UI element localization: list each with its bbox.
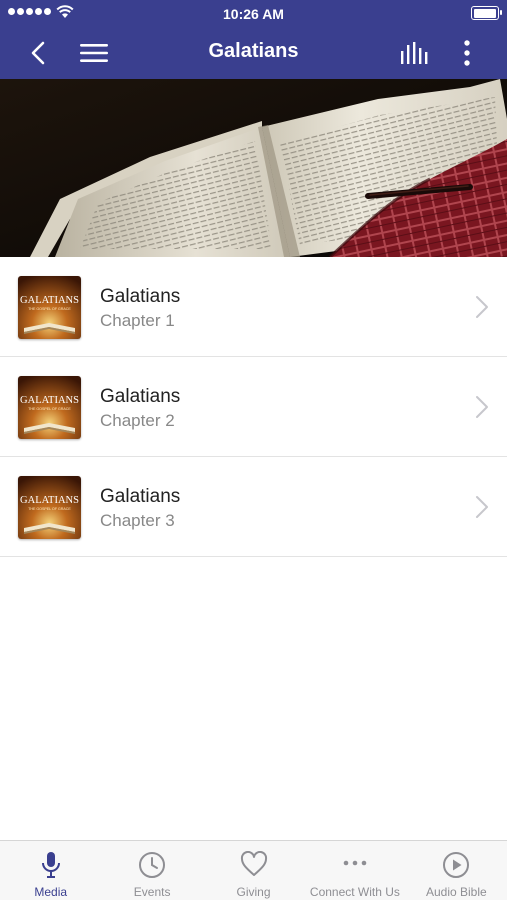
tab-events[interactable]: Events bbox=[101, 841, 202, 900]
item-subtitle: Chapter 3 bbox=[100, 511, 175, 530]
open-bible-image bbox=[0, 79, 507, 257]
list-item[interactable]: GALATIANS THE GOSPEL OF GRACE Galatians … bbox=[0, 357, 507, 457]
tab-bar: Media Events Giving Connect With Us Audi… bbox=[0, 840, 507, 900]
tab-label: Connect With Us bbox=[309, 885, 400, 899]
tab-connect-with-us[interactable]: Connect With Us bbox=[304, 841, 405, 900]
equalizer-icon bbox=[401, 41, 428, 64]
media-list: GALATIANS THE GOSPEL OF GRACE Galatians … bbox=[0, 257, 507, 557]
tab-label: Events bbox=[133, 885, 171, 899]
chevron-right-icon bbox=[476, 296, 488, 318]
series-artwork-thumbnail: GALATIANS THE GOSPEL OF GRACE bbox=[18, 376, 81, 439]
tab-label: Giving bbox=[236, 885, 271, 899]
thumbnail-subtitle-text: THE GOSPEL OF GRACE bbox=[28, 507, 71, 511]
item-title: Galatians bbox=[100, 486, 181, 507]
thumbnail-title-text: GALATIANS bbox=[20, 395, 79, 406]
tab-label: Audio Bible bbox=[425, 885, 487, 899]
vertical-ellipsis-icon bbox=[464, 39, 470, 66]
item-title: Galatians bbox=[100, 386, 181, 407]
series-artwork-thumbnail: GALATIANS THE GOSPEL OF GRACE bbox=[18, 276, 81, 339]
microphone-icon bbox=[41, 852, 60, 878]
item-subtitle: Chapter 1 bbox=[100, 311, 175, 330]
ellipsis-icon bbox=[343, 860, 367, 866]
play-circle-icon bbox=[443, 852, 470, 878]
thumbnail-title-text: GALATIANS bbox=[20, 295, 79, 306]
tab-media[interactable]: Media bbox=[0, 841, 101, 900]
thumbnail-title-text: GALATIANS bbox=[20, 495, 79, 506]
chevron-right-icon bbox=[476, 396, 488, 418]
series-artwork-thumbnail: GALATIANS THE GOSPEL OF GRACE bbox=[18, 476, 81, 539]
thumbnail-subtitle-text: THE GOSPEL OF GRACE bbox=[28, 307, 71, 311]
clock-icon bbox=[139, 852, 166, 878]
tab-audio-bible[interactable]: Audio Bible bbox=[406, 841, 507, 900]
status-bar: 10:26 AM bbox=[0, 0, 507, 26]
header-banner-image bbox=[0, 79, 507, 257]
thumbnail-subtitle-text: THE GOSPEL OF GRACE bbox=[28, 407, 71, 411]
chevron-right-icon bbox=[476, 496, 488, 518]
tab-label: Media bbox=[34, 885, 68, 899]
item-title: Galatians bbox=[100, 286, 181, 307]
battery-icon bbox=[471, 6, 502, 20]
tab-giving[interactable]: Giving bbox=[203, 841, 304, 900]
list-item[interactable]: GALATIANS THE GOSPEL OF GRACE Galatians … bbox=[0, 457, 507, 557]
list-item[interactable]: GALATIANS THE GOSPEL OF GRACE Galatians … bbox=[0, 257, 507, 357]
audio-player-button[interactable] bbox=[394, 26, 436, 79]
heart-icon bbox=[240, 851, 267, 876]
more-options-button[interactable] bbox=[452, 26, 482, 79]
status-time: 10:26 AM bbox=[223, 6, 284, 22]
item-subtitle: Chapter 2 bbox=[100, 411, 175, 430]
navigation-bar: Galatians bbox=[0, 26, 507, 79]
